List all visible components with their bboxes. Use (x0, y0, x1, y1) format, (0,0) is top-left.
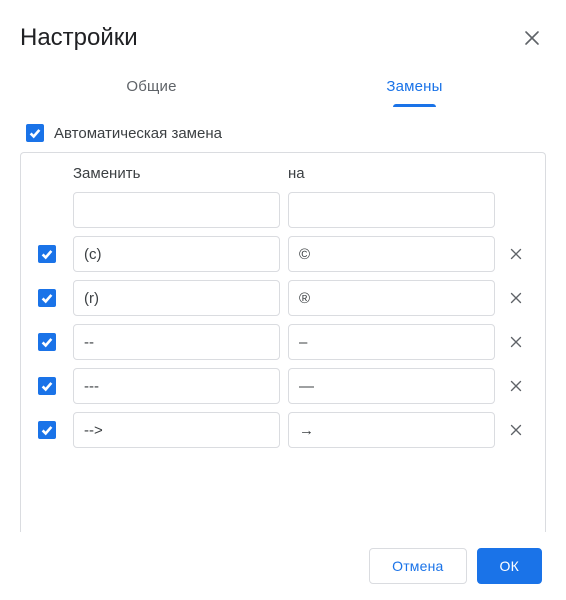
from-input[interactable] (73, 368, 280, 404)
auto-replace-row: Автоматическая замена (20, 108, 546, 152)
ok-button[interactable]: ОК (477, 548, 542, 584)
check-icon (40, 247, 54, 261)
row-checkbox[interactable] (38, 289, 56, 307)
new-from-input[interactable] (73, 192, 280, 228)
close-icon (510, 424, 522, 436)
close-icon (510, 336, 522, 348)
dialog-footer: Отмена ОК (20, 532, 546, 588)
tabs: Общие Замены (20, 68, 546, 108)
from-input[interactable] (73, 412, 280, 448)
auto-replace-checkbox[interactable] (26, 124, 44, 142)
to-input[interactable] (288, 324, 495, 360)
column-replace: Заменить (73, 165, 280, 182)
table-row (21, 364, 545, 408)
tab-substitutions[interactable]: Замены (283, 68, 546, 107)
row-checkbox[interactable] (38, 333, 56, 351)
new-to-input[interactable] (288, 192, 495, 228)
from-input[interactable] (73, 324, 280, 360)
row-checkbox[interactable] (38, 245, 56, 263)
table-row (21, 320, 545, 364)
table-row (21, 232, 545, 276)
from-input[interactable] (73, 236, 280, 272)
close-icon (510, 292, 522, 304)
row-checkbox[interactable] (38, 377, 56, 395)
row-checkbox[interactable] (38, 421, 56, 439)
dialog-title: Настройки (20, 24, 138, 52)
to-input[interactable] (288, 236, 495, 272)
close-icon (510, 248, 522, 260)
delete-button[interactable] (503, 373, 529, 399)
check-icon (28, 126, 42, 140)
check-icon (40, 379, 54, 393)
substitutions-list[interactable]: Заменить на (20, 152, 546, 532)
dialog-header: Настройки (20, 20, 546, 62)
delete-button[interactable] (503, 285, 529, 311)
cancel-button[interactable]: Отмена (369, 548, 466, 584)
close-button[interactable] (518, 24, 546, 52)
table-row (21, 408, 545, 452)
from-input[interactable] (73, 280, 280, 316)
table-row-new (21, 188, 545, 232)
to-input[interactable] (288, 368, 495, 404)
settings-dialog: Настройки Общие Замены Автоматическая за… (0, 0, 566, 600)
delete-button[interactable] (503, 241, 529, 267)
delete-button[interactable] (503, 329, 529, 355)
table-row (21, 276, 545, 320)
delete-button[interactable] (503, 417, 529, 443)
check-icon (40, 423, 54, 437)
table-header: Заменить на (21, 153, 545, 188)
to-input[interactable] (288, 412, 495, 448)
close-icon (510, 380, 522, 392)
close-icon (524, 30, 540, 46)
check-icon (40, 291, 54, 305)
tab-general[interactable]: Общие (20, 68, 283, 107)
check-icon (40, 335, 54, 349)
auto-replace-label: Автоматическая замена (54, 125, 222, 142)
column-with: на (288, 165, 495, 182)
to-input[interactable] (288, 280, 495, 316)
